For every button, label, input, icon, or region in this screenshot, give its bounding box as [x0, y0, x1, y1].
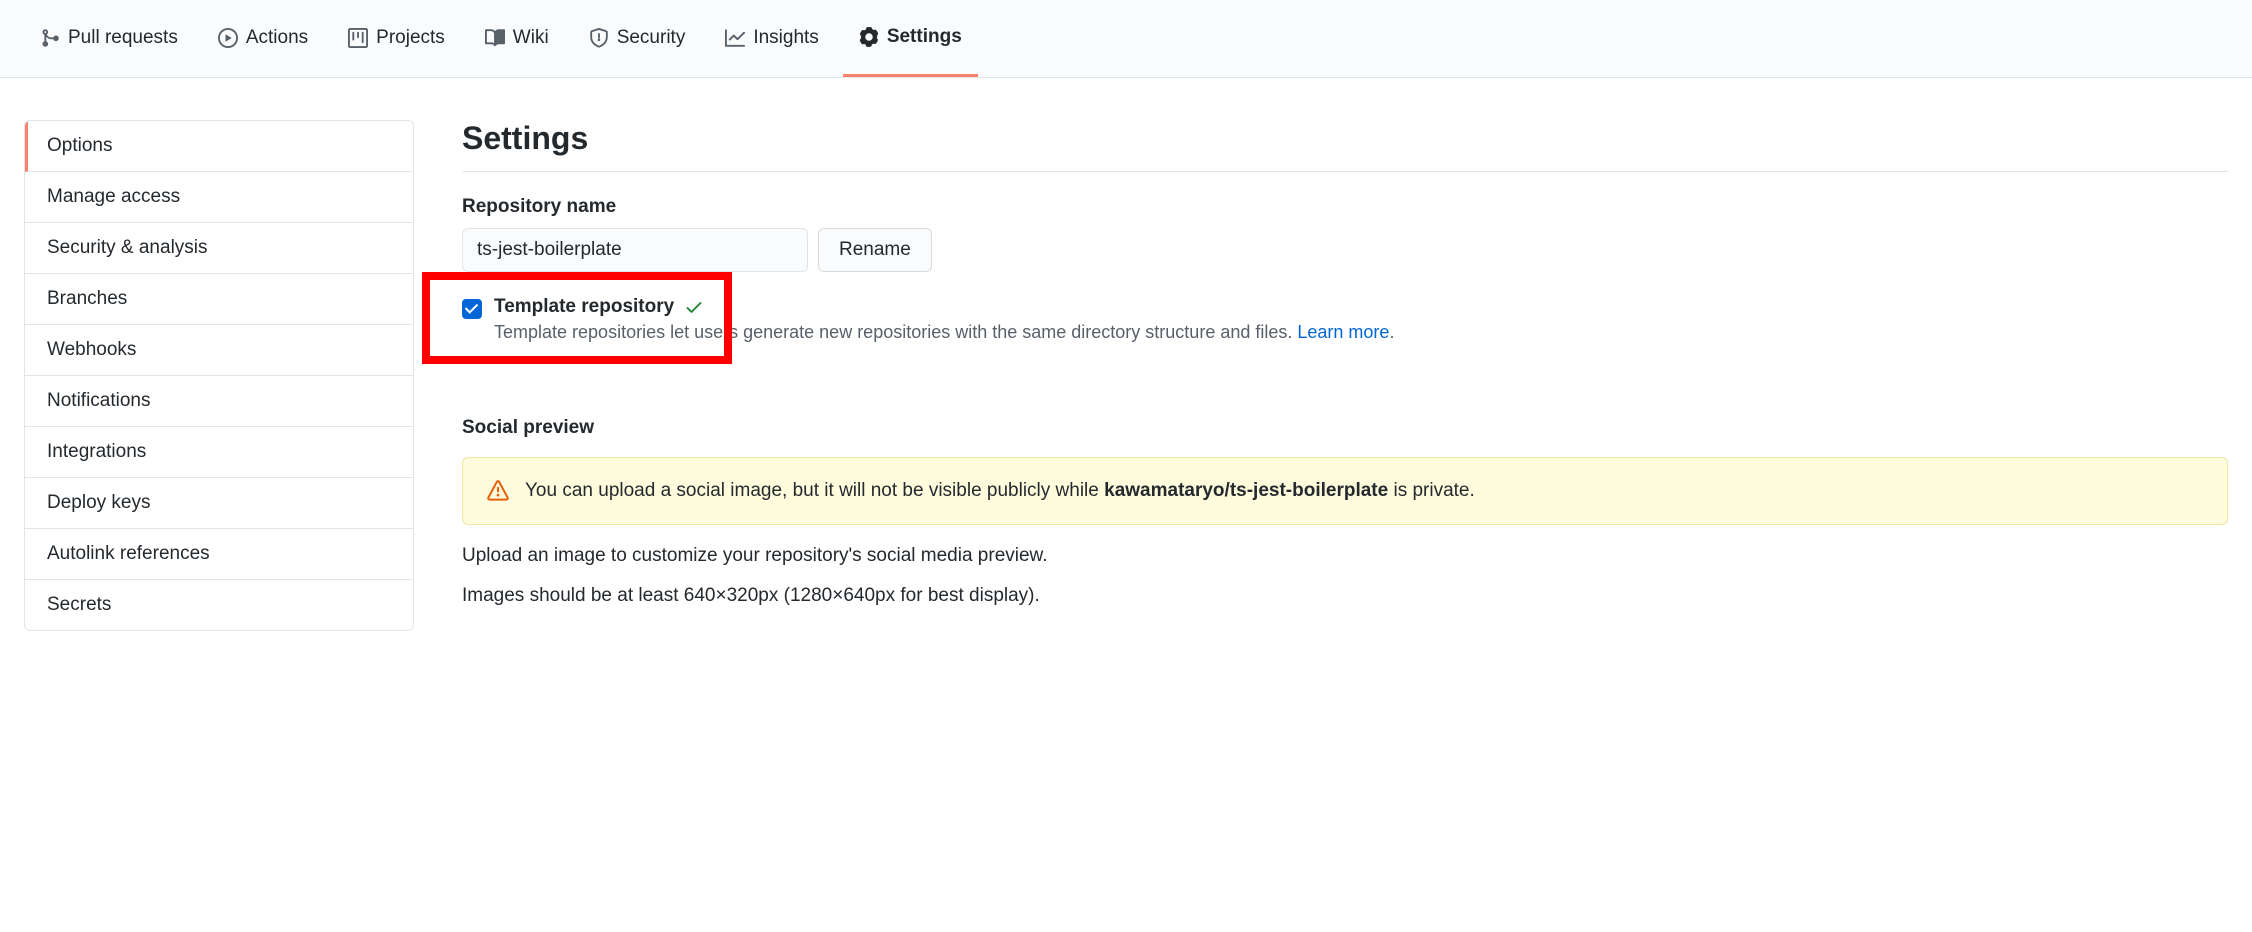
template-repository-description: Template repositories let users generate…: [494, 322, 1394, 343]
tab-settings[interactable]: Settings: [843, 0, 978, 77]
tab-wiki[interactable]: Wiki: [469, 0, 565, 77]
book-icon: [485, 28, 505, 48]
sidebar-item-deploy-keys[interactable]: Deploy keys: [25, 478, 413, 529]
sidebar-item-branches[interactable]: Branches: [25, 274, 413, 325]
social-preview-text-2: Images should be at least 640×320px (128…: [462, 585, 2228, 607]
tab-label: Projects: [376, 27, 445, 49]
repo-tabs: Pull requests Actions Projects Wiki Secu…: [0, 0, 2252, 78]
tab-label: Actions: [246, 27, 308, 49]
gear-icon: [859, 27, 879, 47]
tab-label: Settings: [887, 26, 962, 48]
tab-pull-requests[interactable]: Pull requests: [24, 0, 194, 77]
learn-more-link[interactable]: Learn more: [1297, 322, 1389, 342]
main-content: Settings Repository name Rename Template…: [462, 120, 2228, 631]
page-title: Settings: [462, 120, 2228, 172]
sidebar-item-integrations[interactable]: Integrations: [25, 427, 413, 478]
template-repository-label: Template repository: [494, 296, 1394, 318]
social-preview-warning: You can upload a social image, but it wi…: [462, 457, 2228, 525]
sidebar-item-secrets[interactable]: Secrets: [25, 580, 413, 630]
shield-icon: [589, 28, 609, 48]
settings-sidebar: Options Manage access Security & analysi…: [24, 120, 414, 631]
tab-insights[interactable]: Insights: [709, 0, 834, 77]
tab-label: Insights: [753, 27, 818, 49]
tab-label: Security: [617, 27, 686, 49]
repo-name-label: Repository name: [462, 196, 2228, 218]
tab-security[interactable]: Security: [573, 0, 702, 77]
tab-projects[interactable]: Projects: [332, 0, 461, 77]
repo-name-input[interactable]: [462, 228, 808, 272]
template-repository-checkbox[interactable]: [462, 299, 482, 319]
sidebar-item-autolink-references[interactable]: Autolink references: [25, 529, 413, 580]
social-preview-text-1: Upload an image to customize your reposi…: [462, 545, 2228, 567]
sidebar-item-manage-access[interactable]: Manage access: [25, 172, 413, 223]
warning-repo-name: kawamataryo/ts-jest-boilerplate: [1104, 480, 1388, 501]
sidebar-item-notifications[interactable]: Notifications: [25, 376, 413, 427]
tab-label: Wiki: [513, 27, 549, 49]
template-repository-row: Template repository Template repositorie…: [462, 296, 2228, 343]
pull-request-icon: [40, 28, 60, 48]
sidebar-item-options[interactable]: Options: [25, 121, 413, 172]
sidebar-item-security-analysis[interactable]: Security & analysis: [25, 223, 413, 274]
project-icon: [348, 28, 368, 48]
social-preview-heading: Social preview: [462, 417, 2228, 439]
check-icon: [684, 297, 704, 317]
play-icon: [218, 28, 238, 48]
tab-actions[interactable]: Actions: [202, 0, 324, 77]
tab-label: Pull requests: [68, 27, 178, 49]
graph-icon: [725, 28, 745, 48]
rename-button[interactable]: Rename: [818, 228, 932, 272]
sidebar-item-webhooks[interactable]: Webhooks: [25, 325, 413, 376]
alert-icon: [487, 480, 509, 502]
